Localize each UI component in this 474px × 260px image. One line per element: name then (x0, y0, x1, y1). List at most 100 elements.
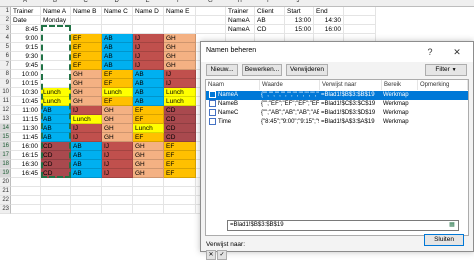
cell[interactable]: GH (71, 97, 102, 106)
cell[interactable]: EF (164, 160, 196, 169)
refers-to-input[interactable]: =Blad1!$B$3:$B$19 (227, 220, 459, 231)
row-header[interactable]: 18 (0, 160, 11, 169)
empty-cell[interactable] (344, 25, 376, 34)
cell[interactable] (164, 16, 196, 25)
cell[interactable]: IJ (164, 79, 196, 88)
cell[interactable]: Name A (41, 7, 71, 16)
name-list-row[interactable]: Time {"8:45";"9:00";"9:15";"9:30"...=Blad… (206, 118, 468, 127)
cell[interactable]: CD (164, 106, 196, 115)
empty-cell[interactable] (102, 196, 133, 205)
row-header[interactable]: 8 (0, 70, 11, 79)
empty-cell[interactable] (133, 187, 164, 196)
empty-cell[interactable] (164, 187, 196, 196)
empty-cell[interactable] (196, 16, 226, 25)
empty-cell[interactable] (11, 205, 41, 214)
cell[interactable]: AB (102, 52, 133, 61)
column-header[interactable]: H (238, 0, 242, 5)
cell[interactable]: IJ (133, 61, 164, 70)
cell[interactable]: Lunch (164, 88, 196, 97)
cell[interactable]: 10:45 (11, 97, 41, 106)
row-header[interactable]: 3 (0, 25, 11, 34)
cell[interactable]: GH (133, 142, 164, 151)
cell[interactable]: CD (255, 25, 285, 34)
name-list-row[interactable]: NameA {"","","","","","","","","","","","… (206, 91, 468, 100)
cell[interactable]: 11:00 (11, 106, 41, 115)
cell[interactable]: 9:15 (11, 43, 41, 52)
cell[interactable]: EF (133, 133, 164, 142)
column-header[interactable]: J (297, 0, 300, 5)
cell[interactable]: 10:00 (11, 70, 41, 79)
row-header[interactable]: 20 (0, 178, 11, 187)
cell[interactable]: Monday (41, 16, 71, 25)
cell[interactable]: EF (71, 61, 102, 70)
cell[interactable]: IJ (102, 160, 133, 169)
row-header[interactable]: 13 (0, 115, 11, 124)
cell[interactable]: EF (71, 52, 102, 61)
cell[interactable]: AB (71, 169, 102, 178)
delete-name-button[interactable]: Verwijderen (286, 64, 328, 76)
empty-cell[interactable] (164, 178, 196, 187)
edit-name-button[interactable]: Bewerken... (242, 64, 282, 76)
empty-cell[interactable] (71, 187, 102, 196)
cell[interactable]: 11:45 (11, 133, 41, 142)
cell[interactable]: CD (164, 115, 196, 124)
cell[interactable]: GH (164, 43, 196, 52)
cell[interactable]: 13:00 (285, 16, 314, 25)
cell[interactable]: GH (102, 133, 133, 142)
filter-button[interactable]: Filter ▼ (425, 64, 467, 76)
cell[interactable]: GH (164, 34, 196, 43)
row-header[interactable]: 15 (0, 133, 11, 142)
empty-cell[interactable] (102, 205, 133, 214)
cell[interactable]: AB (102, 43, 133, 52)
cell[interactable]: GH (133, 160, 164, 169)
cell[interactable]: 16:45 (11, 169, 41, 178)
cell[interactable]: IJ (133, 52, 164, 61)
cell[interactable]: AB (102, 61, 133, 70)
cell[interactable]: GH (71, 70, 102, 79)
close-icon[interactable]: ✕ (449, 45, 465, 59)
empty-cell[interactable] (41, 178, 71, 187)
row-header[interactable]: 9 (0, 79, 11, 88)
names-list[interactable]: Naam Waarde Verwijst naar Bereik Opmerki… (205, 79, 469, 236)
cell[interactable] (102, 25, 133, 34)
empty-cell[interactable] (41, 187, 71, 196)
cell[interactable]: Trainer (226, 7, 255, 16)
row-header[interactable]: 16 (0, 142, 11, 151)
cell[interactable]: GH (164, 52, 196, 61)
cell[interactable]: Date (11, 16, 41, 25)
empty-cell[interactable] (11, 187, 41, 196)
cell[interactable]: Lunch (164, 97, 196, 106)
cell[interactable]: 16:30 (11, 160, 41, 169)
cell[interactable]: EF (71, 34, 102, 43)
cell[interactable]: 11:30 (11, 124, 41, 133)
empty-cell[interactable] (11, 196, 41, 205)
cell[interactable]: 9:45 (11, 61, 41, 70)
row-header[interactable]: 22 (0, 196, 11, 205)
cell[interactable]: EF (102, 79, 133, 88)
cell[interactable]: Client (255, 7, 285, 16)
cell[interactable]: GH (133, 169, 164, 178)
cell[interactable]: IJ (102, 151, 133, 160)
cell[interactable]: EF (164, 151, 196, 160)
column-header[interactable]: B (53, 0, 57, 5)
range-select-icon[interactable]: ▦ (447, 221, 457, 230)
cell[interactable] (164, 25, 196, 34)
column-header[interactable]: F (177, 0, 181, 5)
empty-cell[interactable] (71, 178, 102, 187)
row-header[interactable]: 19 (0, 169, 11, 178)
empty-cell[interactable] (344, 7, 376, 16)
cell[interactable]: Name B (71, 7, 102, 16)
empty-cell[interactable] (344, 16, 376, 25)
column-header[interactable]: D (115, 0, 119, 5)
empty-cell[interactable] (133, 196, 164, 205)
new-name-button[interactable]: Nieuw... (206, 64, 238, 76)
empty-cell[interactable] (133, 205, 164, 214)
cell[interactable]: Name D (133, 7, 164, 16)
col-header-value[interactable]: Waarde (260, 80, 320, 90)
cell[interactable]: EF (102, 97, 133, 106)
cell[interactable]: EF (133, 115, 164, 124)
cell[interactable]: AB (71, 142, 102, 151)
cell[interactable]: GH (102, 124, 133, 133)
col-header-comment[interactable]: Opmerking (418, 80, 468, 90)
cell[interactable]: 9:30 (11, 52, 41, 61)
